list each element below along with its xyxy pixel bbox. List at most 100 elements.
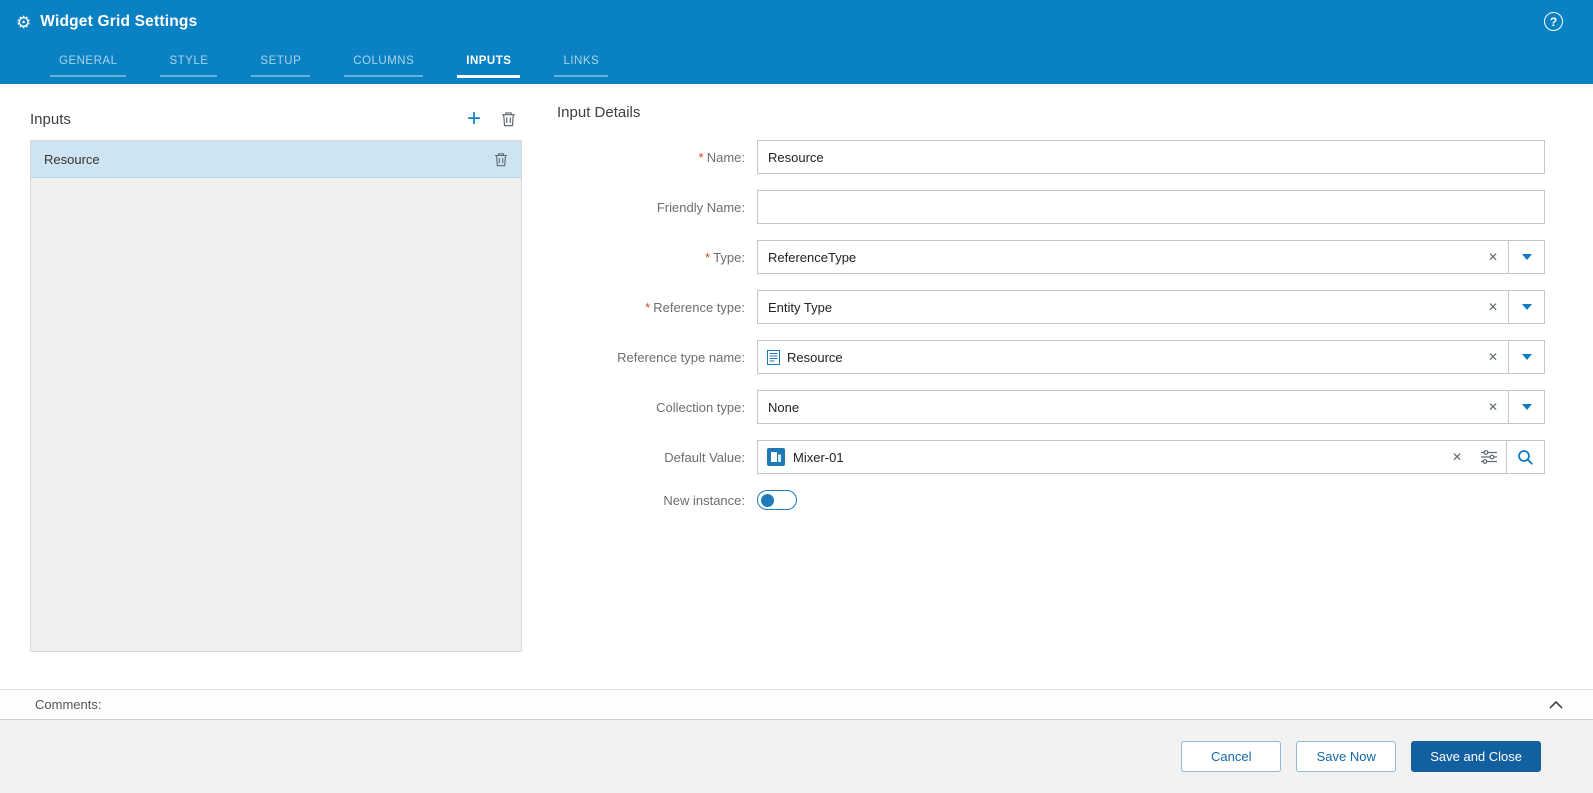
collection-type-field-wrap: None ✕ xyxy=(757,390,1545,424)
chevron-down-icon xyxy=(1521,354,1532,360)
reference-type-name-label-text: Reference type name: xyxy=(617,349,745,365)
save-now-button[interactable]: Save Now xyxy=(1296,741,1397,772)
reference-type-row: * Reference type: Entity Type ✕ xyxy=(557,290,1545,324)
tab-general[interactable]: GENERAL xyxy=(45,44,131,84)
reference-type-combobox[interactable]: Entity Type ✕ xyxy=(757,290,1545,324)
inputs-panel: Inputs + Resource xyxy=(30,84,522,689)
thing-entity-icon xyxy=(767,448,785,466)
tab-links[interactable]: LINKS xyxy=(549,44,613,84)
filter-sliders-icon[interactable] xyxy=(1472,450,1506,464)
tab-setup[interactable]: SETUP xyxy=(246,44,315,84)
reference-type-name-value: Resource xyxy=(787,349,843,365)
trash-icon xyxy=(495,152,507,166)
clear-icon[interactable]: ✕ xyxy=(1478,250,1508,264)
comments-label: Comments: xyxy=(35,697,102,712)
widget-grid-settings-dialog: ⚙ Widget Grid Settings ? GENERAL STYLE S… xyxy=(0,0,1593,793)
search-entity-button[interactable] xyxy=(1506,441,1544,473)
name-label-text: Name: xyxy=(706,149,745,165)
name-row: * Name: xyxy=(557,140,1545,174)
reference-type-field-wrap: Entity Type ✕ xyxy=(757,290,1545,324)
collection-type-row: Collection type: None ✕ xyxy=(557,390,1545,424)
cancel-button[interactable]: Cancel xyxy=(1181,741,1282,772)
reference-type-name-label: Reference type name: xyxy=(557,350,757,365)
toggle-knob xyxy=(761,493,774,507)
new-instance-label-text: New instance: xyxy=(663,492,745,508)
type-value: ReferenceType xyxy=(768,249,857,265)
dialog-footer: Cancel Save Now Save and Close xyxy=(0,720,1593,793)
type-dropdown-button[interactable] xyxy=(1508,241,1544,273)
input-details-panel: Input Details *Name: Friendly Name: xyxy=(557,84,1593,689)
save-and-close-button[interactable]: Save and Close xyxy=(1411,741,1541,772)
reference-type-label: * Reference type: xyxy=(557,300,757,315)
inputs-panel-header: Inputs + xyxy=(30,104,522,134)
friendly-name-row: Friendly Name: xyxy=(557,190,1545,224)
collection-type-label-text: Collection type: xyxy=(656,399,745,415)
type-row: * Type: ReferenceType ✕ xyxy=(557,240,1545,274)
new-instance-row: New instance: xyxy=(557,490,1545,510)
default-value-entity-picker[interactable]: Mixer-01 ✕ xyxy=(757,440,1545,474)
type-label-text: Type: xyxy=(713,249,745,265)
input-details-form: *Name: Friendly Name: *T xyxy=(557,140,1545,510)
type-label: * Type: xyxy=(557,250,757,265)
entity-document-icon xyxy=(767,349,780,365)
dialog-body: Inputs + Resource Input Details * Name: … xyxy=(0,84,1593,689)
default-value-label-text: Default Value: xyxy=(664,449,745,465)
inputs-panel-actions: + xyxy=(467,107,516,131)
name-field-wrap xyxy=(757,140,1545,174)
tab-bar: GENERAL STYLE SETUP COLUMNS INPUTS LINKS xyxy=(0,44,1593,84)
reference-type-dropdown-button[interactable] xyxy=(1508,291,1544,323)
friendly-name-input[interactable] xyxy=(757,190,1545,224)
collection-type-label: Collection type: xyxy=(557,400,757,415)
default-value-row: Default Value: Mixer-01 ✕ xyxy=(557,440,1545,474)
help-icon[interactable]: ? xyxy=(1544,12,1563,31)
input-details-title: Input Details xyxy=(557,104,641,121)
default-value-content: Mixer-01 xyxy=(758,448,1442,466)
new-instance-toggle[interactable] xyxy=(757,490,797,510)
add-input-button[interactable]: + xyxy=(467,107,481,131)
tab-inputs[interactable]: INPUTS xyxy=(452,44,525,84)
name-input[interactable] xyxy=(757,140,1545,174)
tab-style[interactable]: STYLE xyxy=(155,44,222,84)
trash-icon xyxy=(502,112,515,127)
dialog-title: Widget Grid Settings xyxy=(40,13,198,30)
clear-icon[interactable]: ✕ xyxy=(1478,350,1508,364)
chevron-down-icon xyxy=(1521,404,1532,410)
chevron-up-icon xyxy=(1549,700,1563,709)
default-value-text: Mixer-01 xyxy=(793,449,844,465)
type-field-wrap: ReferenceType ✕ xyxy=(757,240,1545,274)
inputs-panel-title: Inputs xyxy=(30,110,71,128)
required-marker: * xyxy=(645,299,651,315)
name-label: * Name: xyxy=(557,150,757,165)
required-marker: * xyxy=(705,249,711,265)
reference-type-name-combobox[interactable]: Resource ✕ xyxy=(757,340,1545,374)
reference-type-name-dropdown-button[interactable] xyxy=(1508,341,1544,373)
reference-type-name-field-wrap: Resource ✕ xyxy=(757,340,1545,374)
delete-input-button[interactable] xyxy=(501,111,516,127)
clear-icon[interactable]: ✕ xyxy=(1478,400,1508,414)
reference-type-name-row: Reference type name: Resource ✕ xyxy=(557,340,1545,374)
clear-icon[interactable]: ✕ xyxy=(1478,300,1508,314)
friendly-name-field-wrap xyxy=(757,190,1545,224)
collection-type-combobox[interactable]: None ✕ xyxy=(757,390,1545,424)
comments-collapse-button[interactable] xyxy=(1549,700,1563,709)
inputs-list: Resource xyxy=(30,140,522,652)
reference-type-label-text: Reference type: xyxy=(653,299,745,315)
gear-icon: ⚙ xyxy=(16,12,32,32)
new-instance-label: New instance: xyxy=(557,493,757,508)
magnifier-icon xyxy=(1518,449,1533,465)
collection-type-dropdown-button[interactable] xyxy=(1508,391,1544,423)
reference-type-value: Entity Type xyxy=(768,299,833,315)
collection-type-value: None xyxy=(768,399,800,415)
chevron-down-icon xyxy=(1521,304,1532,310)
default-value-field-wrap: Mixer-01 ✕ xyxy=(757,440,1545,474)
new-instance-field-wrap xyxy=(757,490,1545,510)
friendly-name-label: Friendly Name: xyxy=(557,200,757,215)
title-row: ⚙ Widget Grid Settings ? xyxy=(0,0,1593,44)
list-item-label: Resource xyxy=(44,151,100,167)
type-combobox[interactable]: ReferenceType ✕ xyxy=(757,240,1545,274)
chevron-down-icon xyxy=(1521,254,1532,260)
list-item-resource[interactable]: Resource xyxy=(31,141,521,178)
tab-columns[interactable]: COLUMNS xyxy=(339,44,428,84)
delete-row-button[interactable] xyxy=(494,152,508,167)
clear-icon[interactable]: ✕ xyxy=(1442,450,1472,464)
